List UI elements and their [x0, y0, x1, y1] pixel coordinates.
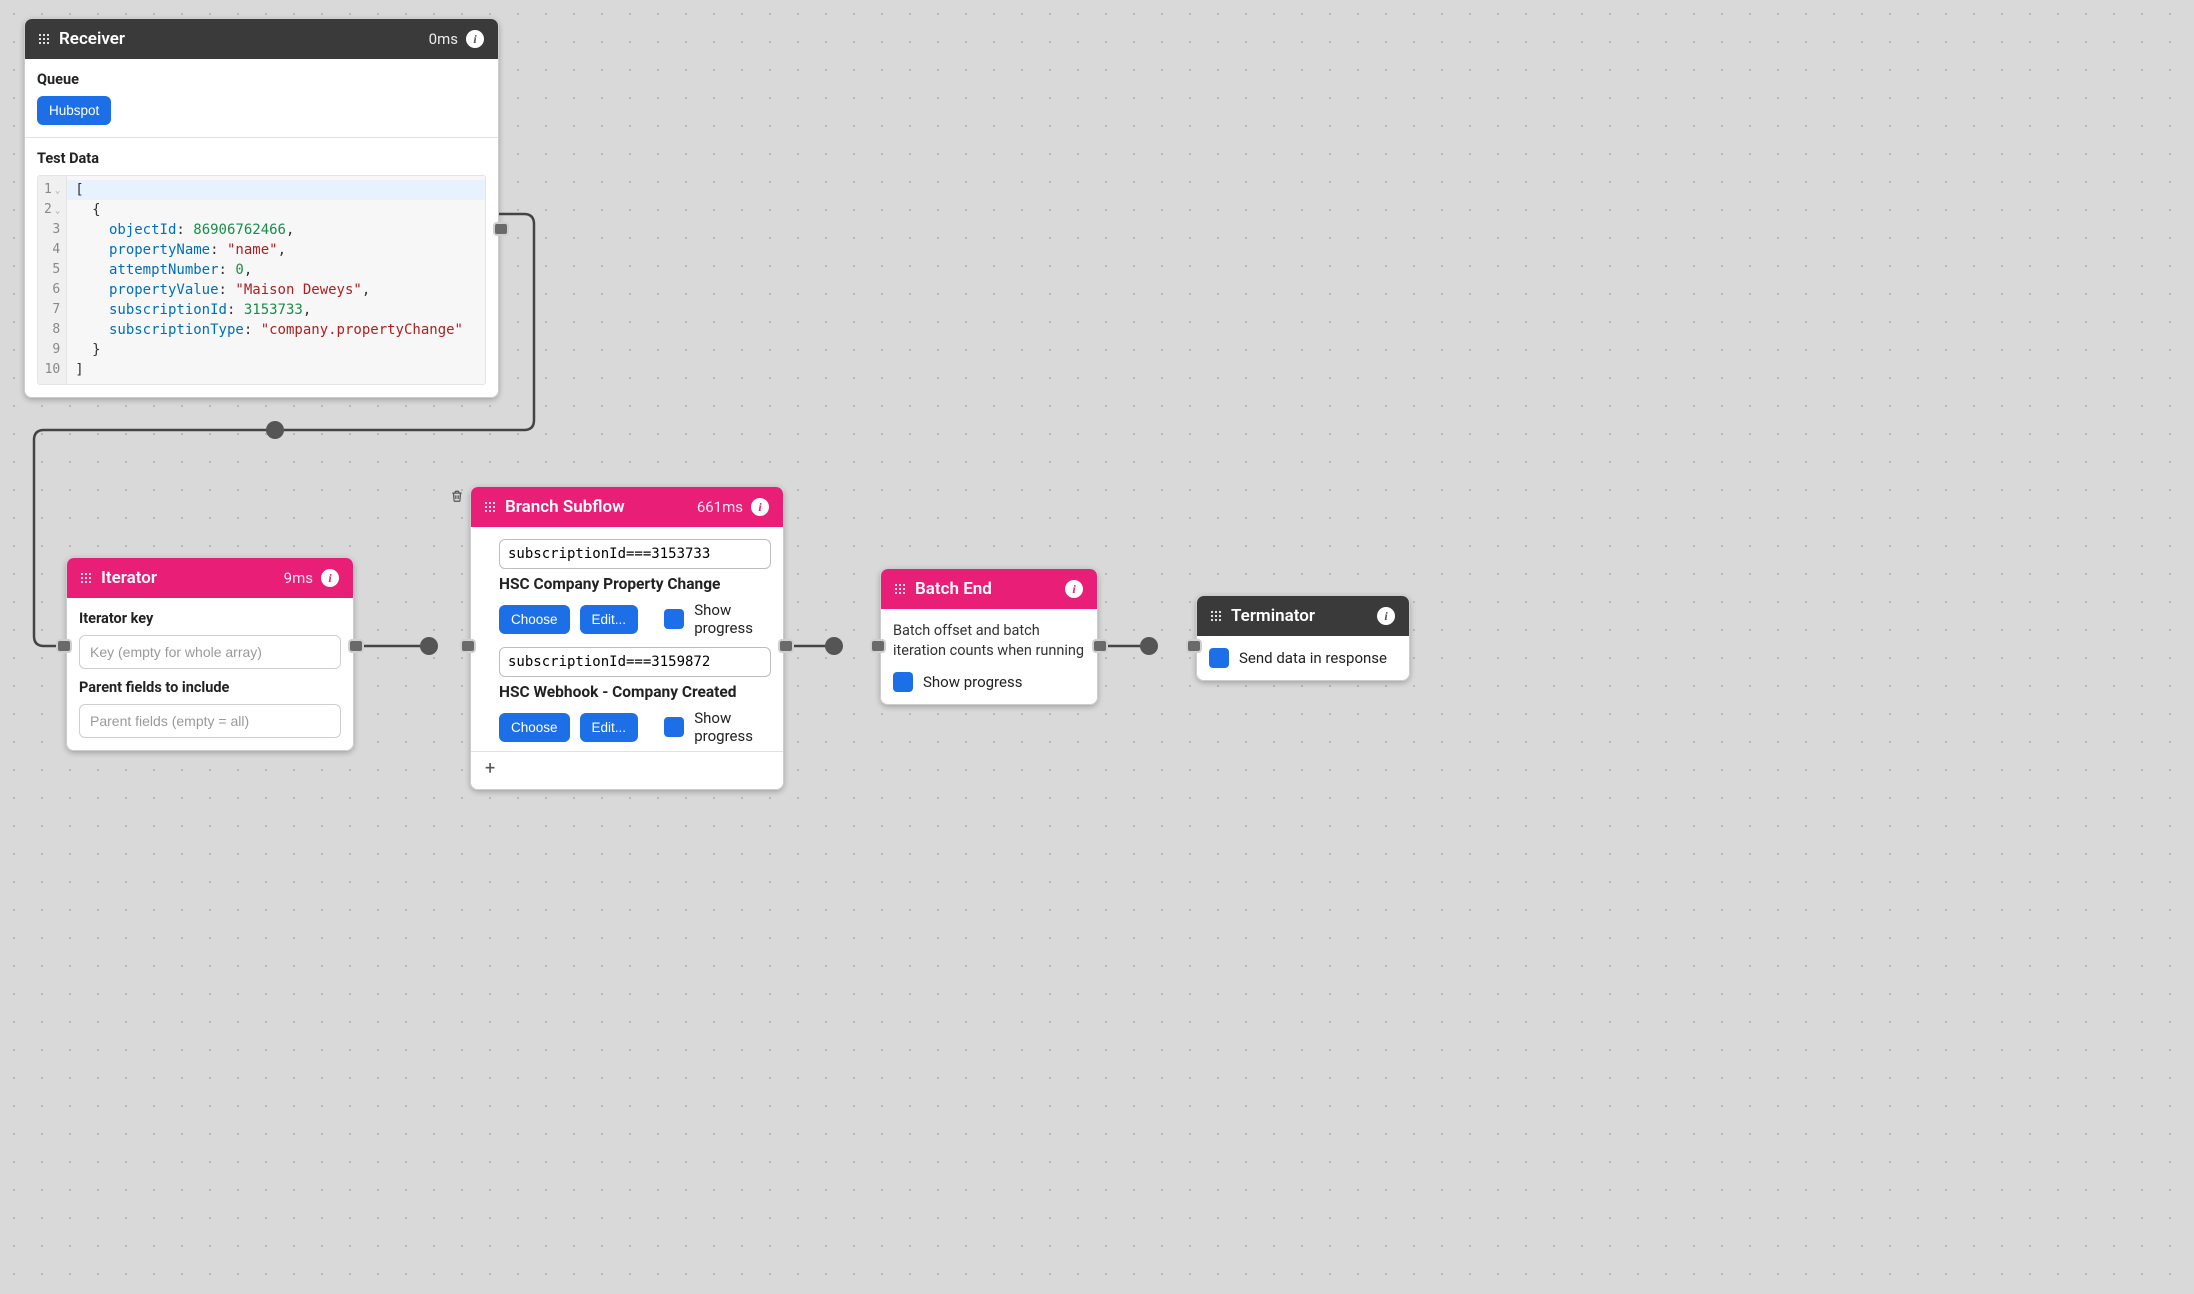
wire-junction	[1140, 637, 1158, 655]
iterator-key-input[interactable]	[79, 635, 341, 669]
drag-handle-icon[interactable]	[485, 502, 495, 512]
output-port[interactable]	[1092, 639, 1108, 653]
branch-condition-input-0[interactable]	[499, 539, 771, 569]
input-port[interactable]	[1186, 639, 1202, 653]
wire-junction	[825, 637, 843, 655]
node-header[interactable]: Branch Subflow 661ms i	[471, 487, 783, 527]
code-content[interactable]: [ { objectId: 86906762466, propertyName:…	[67, 176, 485, 384]
parent-fields-input[interactable]	[79, 704, 341, 738]
show-progress-label-1: Show progress	[694, 709, 771, 745]
drag-handle-icon[interactable]	[81, 573, 91, 583]
output-port[interactable]	[778, 639, 794, 653]
show-progress-checkbox-1[interactable]	[664, 717, 684, 737]
info-icon[interactable]: i	[321, 569, 339, 587]
node-header[interactable]: Batch End i	[881, 569, 1097, 609]
branch-condition-input-1[interactable]	[499, 647, 771, 677]
terminator-node[interactable]: Terminator i Send data in response	[1196, 595, 1410, 681]
node-header[interactable]: Iterator 9ms i	[67, 558, 353, 598]
info-icon[interactable]: i	[751, 498, 769, 516]
show-progress-checkbox-0[interactable]	[664, 609, 684, 629]
receiver-node[interactable]: Receiver 0ms i Queue Hubspot Test Data 1…	[24, 18, 499, 398]
test-data-label: Test Data	[37, 150, 486, 167]
flow-canvas[interactable]: Receiver 0ms i Queue Hubspot Test Data 1…	[0, 0, 1463, 863]
show-progress-label: Show progress	[923, 673, 1022, 691]
line-gutter: 1⌄ 2⌄ 345678910	[38, 176, 67, 384]
test-data-editor[interactable]: 1⌄ 2⌄ 345678910 [ { objectId: 8690676246…	[37, 175, 486, 385]
node-title: Batch End	[915, 579, 1065, 599]
node-title: Terminator	[1231, 606, 1377, 626]
node-header[interactable]: Terminator i	[1197, 596, 1409, 636]
parent-fields-label: Parent fields to include	[79, 679, 341, 696]
queue-label: Queue	[37, 71, 486, 88]
node-title: Branch Subflow	[505, 497, 697, 517]
output-port[interactable]	[493, 222, 509, 236]
node-time: 0ms	[429, 30, 458, 48]
iterator-key-label: Iterator key	[79, 610, 341, 627]
input-port[interactable]	[460, 639, 476, 653]
drag-handle-icon[interactable]	[895, 584, 905, 594]
branch-name-1: HSC Webhook - Company Created	[499, 683, 737, 701]
queue-hubspot-pill[interactable]: Hubspot	[37, 96, 111, 125]
send-data-checkbox[interactable]	[1209, 648, 1229, 668]
output-port[interactable]	[348, 639, 364, 653]
choose-button-1[interactable]: Choose	[499, 713, 570, 742]
info-icon[interactable]: i	[1065, 580, 1083, 598]
info-icon[interactable]: i	[466, 30, 484, 48]
drag-handle-icon[interactable]	[39, 34, 49, 44]
drag-handle-icon[interactable]	[1211, 611, 1221, 621]
info-icon[interactable]: i	[1377, 607, 1395, 625]
batch-end-node[interactable]: Batch End i Batch offset and batch itera…	[880, 568, 1098, 705]
choose-button-0[interactable]: Choose	[499, 605, 570, 634]
input-port[interactable]	[56, 639, 72, 653]
wire-junction	[420, 637, 438, 655]
add-branch-button[interactable]: +	[471, 751, 783, 785]
batch-description: Batch offset and batch iteration counts …	[893, 621, 1085, 662]
show-progress-label-0: Show progress	[694, 601, 771, 637]
node-header[interactable]: Receiver 0ms i	[25, 19, 498, 59]
iterator-node[interactable]: Iterator 9ms i Iterator key Parent field…	[66, 557, 354, 751]
send-data-label: Send data in response	[1239, 649, 1387, 667]
show-progress-checkbox[interactable]	[893, 672, 913, 692]
node-time: 661ms	[697, 498, 743, 516]
edit-button-0[interactable]: Edit...	[580, 605, 639, 634]
node-time: 9ms	[284, 569, 313, 587]
node-title: Receiver	[59, 29, 429, 49]
wire-junction	[266, 421, 284, 439]
branch-name-0: HSC Company Property Change	[499, 575, 720, 593]
branch-subflow-node[interactable]: Branch Subflow 661ms i HSC Company Prope…	[470, 486, 784, 790]
input-port[interactable]	[870, 639, 886, 653]
node-title: Iterator	[101, 568, 284, 588]
edit-button-1[interactable]: Edit...	[580, 713, 639, 742]
